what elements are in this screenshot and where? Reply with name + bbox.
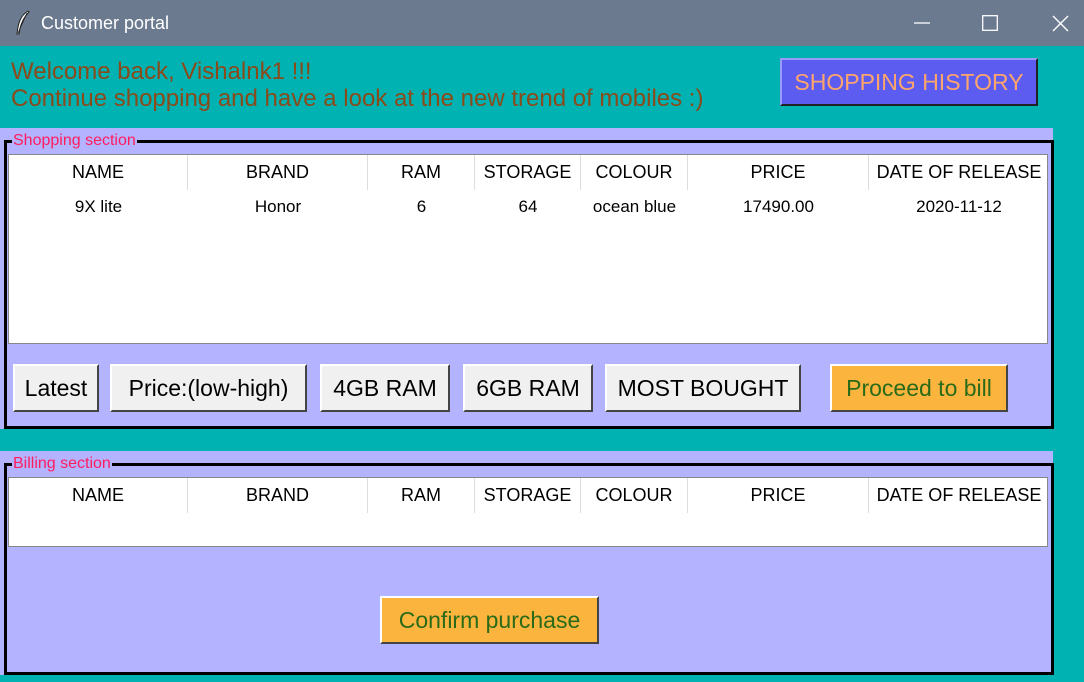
welcome-message: Welcome back, Vishalnk1 !!! xyxy=(11,58,312,85)
proceed-to-bill-button[interactable]: Proceed to bill xyxy=(830,364,1008,412)
column-header-price[interactable]: PRICE xyxy=(688,155,869,190)
column-header-price[interactable]: PRICE xyxy=(688,478,869,513)
cell-colour: ocean blue xyxy=(592,197,677,216)
minimize-button[interactable] xyxy=(892,0,952,46)
feather-icon xyxy=(16,10,30,35)
window-title: Customer portal xyxy=(41,13,170,33)
column-header-ram[interactable]: RAM xyxy=(368,478,475,513)
cell-name: 9X lite xyxy=(74,197,123,216)
filter-4gb-ram-button[interactable]: 4GB RAM xyxy=(320,364,450,412)
cell-date: 2020-11-12 xyxy=(916,197,1002,216)
maximize-icon xyxy=(982,15,998,31)
shopping-table-header: NAME BRAND RAM STORAGE COLOUR PRICE DATE… xyxy=(9,155,1047,190)
column-header-date[interactable]: DATE OF RELEASE xyxy=(869,478,1049,513)
cell-storage: 64 xyxy=(518,197,538,216)
billing-table: NAME BRAND RAM STORAGE COLOUR PRICE DATE… xyxy=(8,477,1048,547)
column-header-brand[interactable]: BRAND xyxy=(188,478,368,513)
minimize-icon xyxy=(914,22,930,24)
confirm-purchase-button[interactable]: Confirm purchase xyxy=(380,596,599,644)
column-header-colour[interactable]: COLOUR xyxy=(581,155,688,190)
column-header-ram[interactable]: RAM xyxy=(368,155,475,190)
cell-ram: 6 xyxy=(416,197,427,216)
billing-section-label: Billing section xyxy=(12,455,112,473)
latest-button[interactable]: Latest xyxy=(13,364,99,412)
cell-brand: Honor xyxy=(254,197,302,216)
most-bought-button[interactable]: MOST BOUGHT xyxy=(605,364,801,412)
shopping-history-button[interactable]: SHOPPING HISTORY xyxy=(780,58,1038,106)
shopping-table: NAME BRAND RAM STORAGE COLOUR PRICE DATE… xyxy=(8,154,1048,344)
column-header-date[interactable]: DATE OF RELEASE xyxy=(869,155,1049,190)
shopping-section-label: Shopping section xyxy=(12,132,137,150)
title-bar: Customer portal xyxy=(0,0,1084,46)
column-header-brand[interactable]: BRAND xyxy=(188,155,368,190)
column-header-storage[interactable]: STORAGE xyxy=(475,478,581,513)
column-header-storage[interactable]: STORAGE xyxy=(475,155,581,190)
billing-table-header: NAME BRAND RAM STORAGE COLOUR PRICE DATE… xyxy=(9,478,1047,513)
column-header-name[interactable]: NAME xyxy=(9,155,188,190)
column-header-colour[interactable]: COLOUR xyxy=(581,478,688,513)
price-sort-button[interactable]: Price:(low-high) xyxy=(110,364,307,412)
close-icon xyxy=(1052,15,1068,31)
cell-price: 17490.00 xyxy=(743,197,814,216)
filter-6gb-ram-button[interactable]: 6GB RAM xyxy=(463,364,593,412)
welcome-subtitle: Continue shopping and have a look at the… xyxy=(11,85,704,112)
column-header-name[interactable]: NAME xyxy=(9,478,188,513)
maximize-button[interactable] xyxy=(960,0,1020,46)
close-button[interactable] xyxy=(1030,0,1084,46)
